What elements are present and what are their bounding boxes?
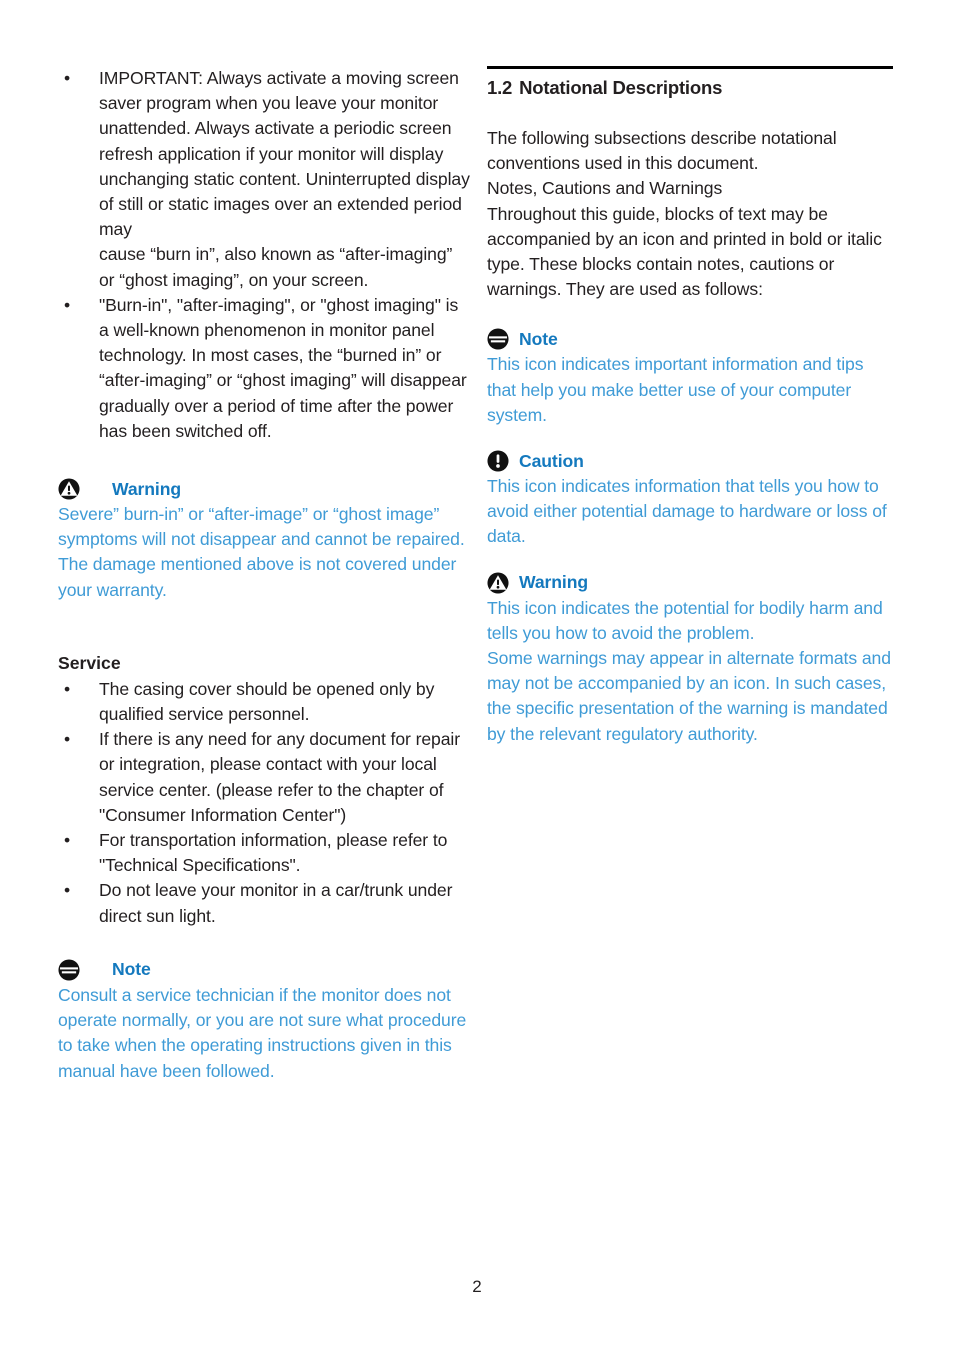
list-item: The casing cover should be opened only b…: [64, 677, 470, 727]
warning-callout: Warning This icon indicates the potentia…: [487, 572, 893, 747]
list-item: IMPORTANT: Always activate a moving scre…: [64, 66, 470, 293]
callout-body: Severe” burn-in” or “after-image” or “gh…: [58, 504, 465, 600]
section-number: 1.2: [487, 77, 513, 98]
note-callout: Note This icon indicates important infor…: [487, 328, 893, 428]
callout-header: Warning: [487, 572, 893, 594]
caution-exclamation-icon: [487, 450, 509, 472]
warning-callout: Warning Severe” burn-in” or “after-image…: [58, 478, 470, 603]
callout-header: Note: [58, 959, 470, 981]
service-bullet-list: The casing cover should be opened only b…: [58, 677, 470, 929]
callout-body: This icon indicates information that tel…: [487, 476, 887, 547]
intro-paragraph: The following subsections describe notat…: [487, 128, 882, 300]
callout-body: This icon indicates the potential for bo…: [487, 597, 891, 744]
callout-label: Warning: [112, 478, 182, 499]
left-column: IMPORTANT: Always activate a moving scre…: [58, 66, 470, 1084]
section-title-text: Notational Descriptions: [519, 77, 723, 98]
warning-triangle-icon: [487, 572, 509, 594]
service-heading: Service: [58, 652, 121, 673]
document-page: IMPORTANT: Always activate a moving scre…: [0, 0, 954, 1350]
list-item: If there is any need for any document fo…: [64, 727, 470, 828]
callout-label: Warning: [519, 572, 589, 593]
caution-callout: Caution This icon indicates information …: [487, 450, 893, 550]
page-number: 2: [472, 1277, 482, 1296]
callout-header: Caution: [487, 450, 893, 472]
page-title: 1.2 Notational Descriptions: [487, 76, 893, 100]
callout-label: Note: [112, 959, 151, 980]
warning-triangle-icon: [58, 478, 80, 500]
list-item: Do not leave your monitor in a car/trunk…: [64, 878, 470, 928]
right-column: 1.2 Notational Descriptions The following…: [487, 66, 893, 747]
callout-header: Warning: [58, 478, 470, 500]
note-lines-icon: [487, 328, 509, 350]
note-lines-icon: [58, 959, 80, 981]
safety-bullet-list: IMPORTANT: Always activate a moving scre…: [58, 66, 470, 444]
callout-label: Caution: [519, 450, 584, 471]
list-item: For transportation information, please r…: [64, 828, 470, 878]
note-callout: Note Consult a service technician if the…: [58, 959, 470, 1084]
callout-body: This icon indicates important informatio…: [487, 354, 864, 425]
callout-label: Note: [519, 328, 558, 349]
callout-header: Note: [487, 328, 893, 350]
service-block: Service The casing cover should be opene…: [58, 651, 470, 929]
list-item: "Burn-in", "after-imaging", or "ghost im…: [64, 293, 470, 444]
callout-body: Consult a service technician if the moni…: [58, 984, 467, 1081]
section-divider: [487, 66, 893, 69]
